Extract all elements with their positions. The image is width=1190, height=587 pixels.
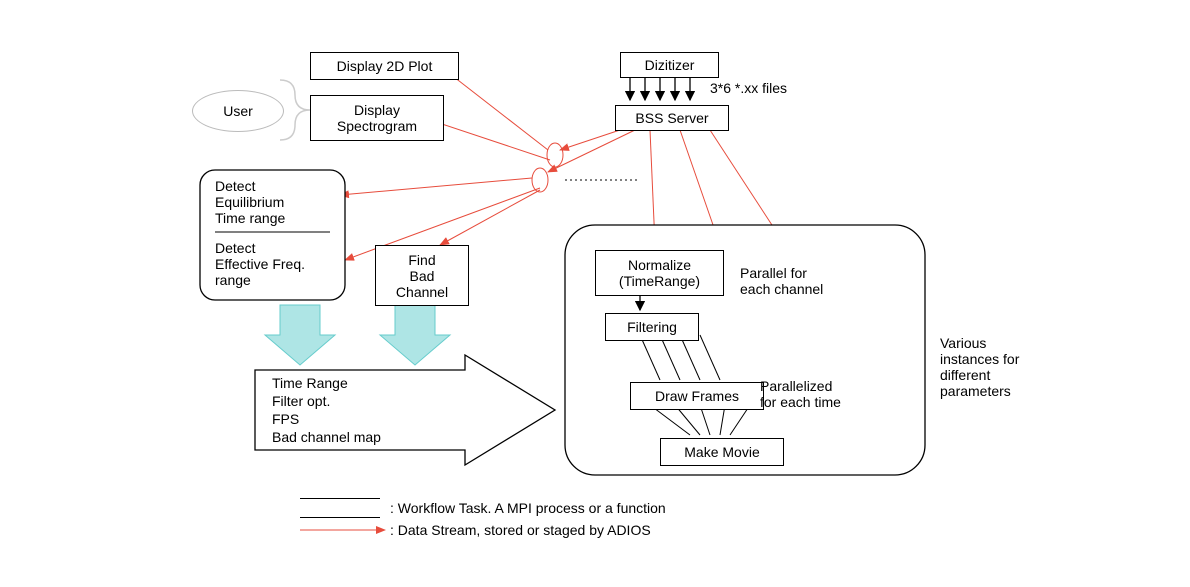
task-label: Dizitizer [645,57,695,73]
fat-arrow-2 [380,305,450,365]
legend-task-text: : Workflow Task. A MPI process or a func… [390,500,666,516]
task-label: Find Bad Channel [396,252,448,300]
task-label: BSS Server [635,110,708,126]
user-bubble: User [192,90,284,132]
task-find-bad-channel: Find Bad Channel [375,245,469,306]
legend-task-box [300,498,380,518]
task-label: Make Movie [684,444,759,460]
task-normalize: Normalize (TimeRange) [595,250,724,296]
param-fps: FPS [272,411,299,427]
param-filter-opt: Filter opt. [272,393,330,409]
task-label: Filtering [627,319,677,335]
task-label: Display Spectrogram [337,102,417,134]
files-note: 3*6 *.xx files [710,80,787,96]
side-note: Various instances for different paramete… [940,335,1019,399]
task-label: Draw Frames [655,388,739,404]
legend-stream-text: : Data Stream, stored or staged by ADIOS [390,522,651,538]
task-filtering: Filtering [605,313,699,341]
task-bss-server: BSS Server [615,105,729,131]
task-display-spectrogram: Display Spectrogram [310,95,444,141]
param-bad-channel-map: Bad channel map [272,429,381,445]
task-display-2d-plot: Display 2D Plot [310,52,459,80]
param-time-range: Time Range [272,375,348,391]
task-make-movie: Make Movie [660,438,784,466]
task-draw-frames: Draw Frames [630,382,764,410]
parallel-time-note: Parallelized for each time [760,378,841,410]
detect-effective: Detect Effective Freq. range [215,240,305,288]
task-label: Normalize (TimeRange) [619,257,700,289]
user-label: User [223,103,253,119]
task-label: Display 2D Plot [337,58,433,74]
parallel-channel-note: Parallel for each channel [740,265,823,297]
detect-equilibrium: Detect Equilibrium Time range [215,178,285,226]
fat-arrow-1 [265,305,335,365]
task-dizitizer: Dizitizer [620,52,719,78]
